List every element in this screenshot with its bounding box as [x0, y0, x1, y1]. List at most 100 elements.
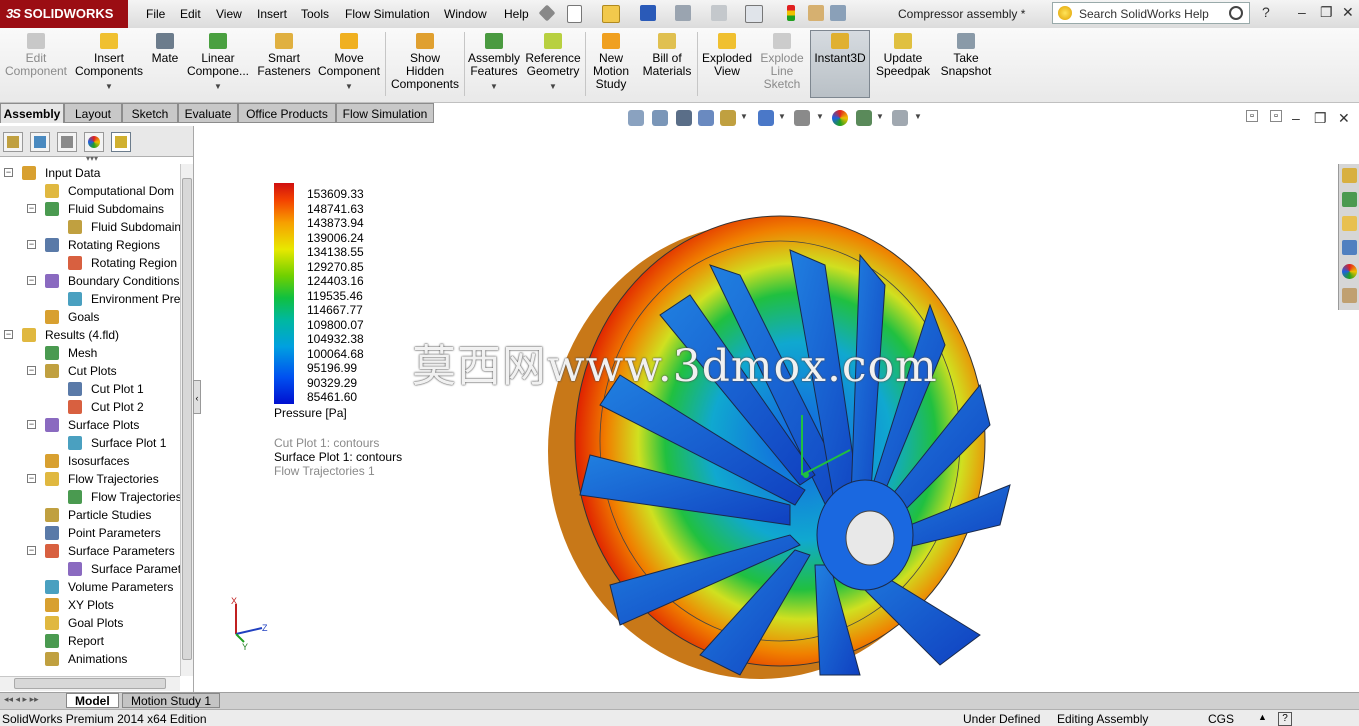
exploded-view-button[interactable]: Exploded View — [700, 31, 754, 78]
tab-evaluate[interactable]: Evaluate — [178, 103, 238, 123]
edit-component-button[interactable]: Edit Component — [2, 31, 70, 78]
collapse-toggle-icon[interactable]: − — [4, 330, 13, 339]
take-snapshot-button[interactable]: Take Snapshot — [938, 31, 994, 78]
dynamic-annotation-icon[interactable] — [720, 110, 736, 126]
undo-icon[interactable] — [711, 5, 727, 21]
property-manager-tab[interactable] — [30, 132, 50, 152]
viewport-close-icon[interactable]: ✕ — [1338, 110, 1350, 127]
status-help-icon[interactable]: ? — [1278, 712, 1292, 726]
collapse-toggle-icon[interactable]: − — [4, 168, 13, 177]
collapse-toggle-icon[interactable]: − — [27, 474, 36, 483]
new-motion-study-button[interactable]: New Motion Study — [588, 31, 634, 91]
insert-components-button[interactable]: Insert Components ▼ — [72, 31, 146, 93]
scene-icon[interactable] — [856, 110, 872, 126]
collapse-toggle-icon[interactable]: − — [27, 204, 36, 213]
legend-value: 85461.60 — [307, 390, 358, 404]
viewport-minimize-icon[interactable]: – — [1292, 110, 1300, 126]
appearances-icon[interactable] — [1342, 264, 1357, 279]
viewport-split-icon[interactable]: ▫ — [1246, 110, 1258, 122]
show-hidden-components-button[interactable]: Show Hidden Components — [390, 31, 460, 91]
compressor-impeller-model[interactable] — [540, 205, 1020, 687]
file-explorer-icon[interactable] — [1342, 216, 1357, 231]
chevron-down-icon[interactable]: ▼ — [816, 112, 824, 121]
zoom-to-area-icon[interactable] — [652, 110, 668, 126]
zoom-to-fit-icon[interactable] — [628, 110, 644, 126]
units-chevron-icon[interactable]: ▲ — [1258, 712, 1267, 722]
bill-of-materials-button[interactable]: Bill of Materials — [640, 31, 694, 78]
display-manager-tab[interactable] — [84, 132, 104, 152]
tab-assembly[interactable]: Assembly — [0, 103, 64, 123]
tab-flow-simulation[interactable]: Flow Simulation — [336, 103, 434, 123]
open-folder-icon[interactable] — [602, 5, 620, 23]
appearance-icon[interactable] — [832, 110, 848, 126]
mate-button[interactable]: Mate — [148, 31, 182, 65]
view-palette-icon[interactable] — [1342, 240, 1357, 255]
magnifier-icon[interactable] — [1229, 6, 1243, 20]
panel-splitter[interactable]: ‹ — [193, 380, 201, 414]
minimize-icon[interactable]: – — [1298, 4, 1306, 20]
update-speedpak-button[interactable]: Update Speedpak — [874, 31, 932, 78]
menu-tools[interactable]: Tools — [301, 7, 329, 21]
instant3d-button[interactable]: Instant3D — [810, 30, 870, 98]
section-view-icon[interactable] — [698, 110, 714, 126]
search-input[interactable]: Search SolidWorks Help — [1052, 2, 1250, 24]
view-settings-icon[interactable] — [892, 110, 908, 126]
select-arrow-icon[interactable] — [745, 5, 763, 23]
chevron-down-icon[interactable]: ▼ — [740, 112, 748, 121]
assembly-features-button[interactable]: Assembly Features ▼ — [468, 31, 520, 93]
chevron-down-icon[interactable]: ▼ — [914, 112, 922, 121]
smart-fasteners-button[interactable]: Smart Fasteners — [255, 31, 313, 78]
tree-horizontal-scroll-thumb[interactable] — [14, 678, 166, 689]
collapse-toggle-icon[interactable]: − — [27, 420, 36, 429]
collapse-toggle-icon[interactable]: − — [27, 366, 36, 375]
tab-model[interactable]: Model — [66, 693, 119, 708]
configuration-manager-tab[interactable] — [57, 132, 77, 152]
print-icon[interactable] — [675, 5, 691, 21]
move-component-button[interactable]: Move Component ▼ — [316, 31, 382, 93]
menu-edit[interactable]: Edit — [180, 7, 201, 21]
viewport-restore-icon[interactable]: ❐ — [1314, 110, 1327, 127]
linear-pattern-button[interactable]: Linear Compone... ▼ — [186, 31, 250, 93]
view-orientation-icon[interactable] — [758, 110, 774, 126]
options-icon[interactable] — [830, 5, 846, 21]
tab-motion-study-1[interactable]: Motion Study 1 — [122, 693, 221, 708]
display-style-icon[interactable] — [794, 110, 810, 126]
tree-vertical-scroll-thumb[interactable] — [182, 178, 192, 660]
rebuild-traffic-light-icon[interactable] — [787, 5, 795, 21]
feature-manager-tab[interactable] — [3, 132, 23, 152]
file-properties-icon[interactable] — [808, 5, 824, 21]
home-icon[interactable] — [1342, 168, 1357, 183]
solidworks-logo[interactable]: 3S SOLIDWORKS — [0, 0, 128, 28]
tab-office-products[interactable]: Office Products — [238, 103, 336, 123]
collapse-handle[interactable]: ▾▾▾ — [86, 154, 98, 163]
close-icon[interactable]: ✕ — [1342, 4, 1354, 21]
menu-help[interactable]: Help — [504, 7, 529, 21]
new-document-icon[interactable] — [567, 5, 582, 23]
design-library-icon[interactable] — [1342, 192, 1357, 207]
menu-window[interactable]: Window — [444, 7, 487, 21]
reference-geometry-button[interactable]: Reference Geometry ▼ — [524, 31, 582, 93]
menu-view[interactable]: View — [216, 7, 242, 21]
flow-simulation-analysis-tree-tab[interactable] — [111, 132, 131, 152]
menu-flow-simulation[interactable]: Flow Simulation — [345, 7, 430, 21]
smart-fasteners-icon — [275, 33, 293, 49]
tab-sketch[interactable]: Sketch — [122, 103, 178, 123]
help-question-icon[interactable]: ? — [1262, 4, 1270, 20]
unit-system[interactable]: CGS — [1208, 712, 1234, 726]
collapse-toggle-icon[interactable]: − — [27, 240, 36, 249]
collapse-toggle-icon[interactable]: − — [27, 546, 36, 555]
collapse-toggle-icon[interactable]: − — [27, 276, 36, 285]
save-icon[interactable] — [640, 5, 656, 21]
chevron-down-icon[interactable]: ▼ — [778, 112, 786, 121]
explode-line-sketch-button[interactable]: Explode Line Sketch — [756, 31, 808, 91]
chevron-down-icon[interactable]: ▼ — [876, 112, 884, 121]
custom-properties-icon[interactable] — [1342, 288, 1357, 303]
menu-insert[interactable]: Insert — [257, 7, 287, 21]
viewport-link-icon[interactable]: ▫ — [1270, 110, 1282, 122]
restore-icon[interactable]: ❐ — [1320, 4, 1333, 21]
previous-view-icon[interactable] — [676, 110, 692, 126]
menu-file[interactable]: File — [146, 7, 165, 21]
tab-scroll-arrows-icon[interactable]: ◂◂ ◂ ▸ ▸▸ — [4, 694, 39, 705]
watermark-text: 莫西网www.3dmox.com — [412, 341, 938, 392]
tab-layout[interactable]: Layout — [64, 103, 122, 123]
